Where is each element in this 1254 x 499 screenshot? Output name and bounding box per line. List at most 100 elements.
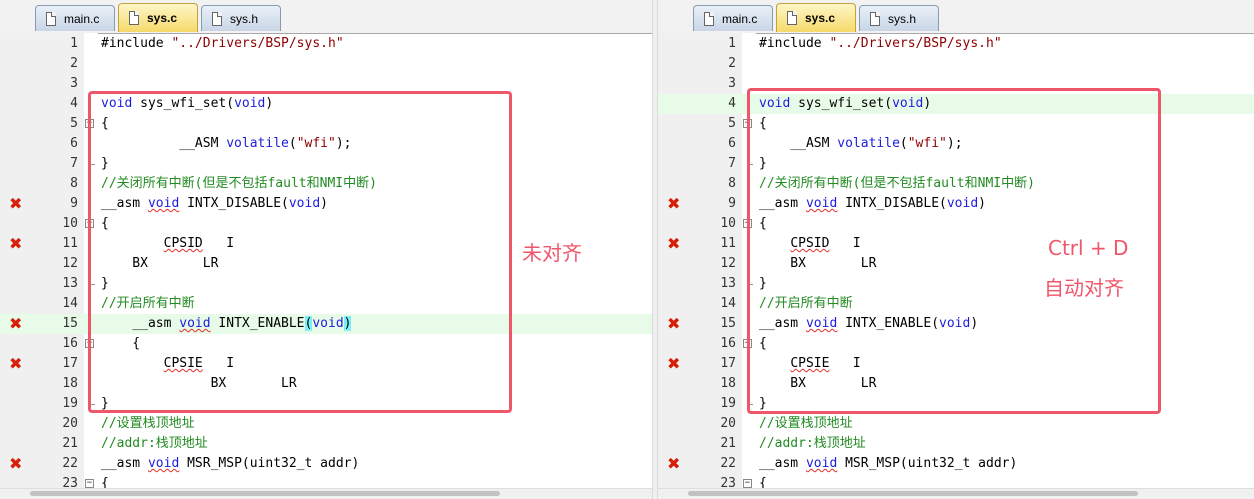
line-number: 2	[728, 56, 736, 71]
line-number: 4	[728, 96, 736, 111]
error-cross-icon[interactable]: ✖	[9, 356, 22, 372]
tab-label: sys.h	[888, 11, 917, 26]
line-number: 10	[62, 216, 78, 231]
tab-label: sys.c	[147, 11, 178, 25]
code-line[interactable]: 20 //设置栈顶地址	[0, 414, 652, 434]
code-text[interactable]: __asm void MSR_MSP(uint32_t addr)	[101, 454, 359, 474]
line-number: 13	[720, 276, 736, 291]
highlight-box	[88, 91, 512, 413]
tab-bar: main.c sys.c sys.h	[0, 0, 652, 34]
line-number: 7	[728, 156, 736, 171]
tab-label: sys.c	[805, 11, 836, 25]
code-text[interactable]: //设置栈顶地址	[101, 414, 195, 434]
line-number: 16	[720, 336, 736, 351]
line-number: 9	[70, 196, 78, 211]
tab-label: sys.h	[230, 11, 259, 26]
line-number: 7	[70, 156, 78, 171]
tab-main-c[interactable]: main.c	[35, 5, 115, 31]
line-number: 11	[62, 236, 78, 251]
file-icon	[870, 11, 880, 26]
tab-sys-c[interactable]: sys.c	[776, 3, 856, 32]
line-number: 11	[720, 236, 736, 251]
fold-minus-icon[interactable]: −	[85, 479, 94, 488]
line-number: 21	[62, 436, 78, 451]
file-icon	[787, 11, 797, 25]
line-number: 17	[720, 356, 736, 371]
line-number: 20	[720, 416, 736, 431]
code-line[interactable]: 1 #include "../Drivers/BSP/sys.h"	[658, 34, 1254, 54]
file-icon	[129, 11, 139, 25]
code-token: //设置栈顶地址	[101, 416, 195, 431]
line-number: 3	[728, 76, 736, 91]
code-token: #include	[101, 36, 172, 51]
line-number: 3	[70, 76, 78, 91]
error-cross-icon[interactable]: ✖	[667, 456, 680, 472]
line-number: 16	[62, 336, 78, 351]
code-token: void	[805, 456, 838, 471]
line-number: 22	[62, 456, 78, 471]
code-line[interactable]: ✖ 22 __asm void MSR_MSP(uint32_t addr)	[0, 454, 652, 474]
line-number: 20	[62, 416, 78, 431]
code-line[interactable]: 2	[658, 54, 1254, 74]
code-token: MSR_MSP(uint32_t addr)	[179, 456, 360, 471]
tab-sys-c[interactable]: sys.c	[118, 3, 198, 32]
error-cross-icon[interactable]: ✖	[667, 356, 680, 372]
line-number: 6	[728, 136, 736, 151]
horizontal-scrollbar[interactable]	[658, 488, 1254, 499]
code-line[interactable]: 2	[0, 54, 652, 74]
error-cross-icon[interactable]: ✖	[667, 196, 680, 212]
line-number: 8	[70, 176, 78, 191]
code-text[interactable]: #include "../Drivers/BSP/sys.h"	[101, 34, 344, 54]
fold-minus-icon[interactable]: −	[743, 479, 752, 488]
file-icon	[704, 11, 714, 26]
code-line[interactable]: 21 //addr:栈顶地址	[658, 434, 1254, 454]
error-cross-icon[interactable]: ✖	[667, 236, 680, 252]
code-line[interactable]: ✖ 22 __asm void MSR_MSP(uint32_t addr)	[658, 454, 1254, 474]
tab-main-c[interactable]: main.c	[693, 5, 773, 31]
line-number: 9	[728, 196, 736, 211]
code-token: __asm	[101, 456, 148, 471]
tab-label: main.c	[64, 11, 100, 26]
horizontal-scrollbar[interactable]	[0, 488, 652, 499]
code-token: MSR_MSP(uint32_t addr)	[837, 456, 1018, 471]
line-number: 18	[62, 376, 78, 391]
code-line[interactable]: 1 #include "../Drivers/BSP/sys.h"	[0, 34, 652, 54]
tab-sys-h[interactable]: sys.h	[201, 5, 281, 31]
tab-sys-h[interactable]: sys.h	[859, 5, 939, 31]
code-token: void	[147, 456, 180, 471]
file-icon	[212, 11, 222, 26]
line-number: 1	[70, 36, 78, 51]
error-cross-icon[interactable]: ✖	[9, 316, 22, 332]
line-number: 13	[62, 276, 78, 291]
editor-pane-left: main.c sys.c sys.h 1 #include "../Drivers…	[0, 0, 652, 499]
line-number: 14	[720, 296, 736, 311]
error-cross-icon[interactable]: ✖	[667, 316, 680, 332]
code-text[interactable]: //addr:栈顶地址	[759, 434, 866, 454]
scrollbar-thumb[interactable]	[688, 491, 1138, 496]
annotation-label: Ctrl + D	[1048, 236, 1129, 260]
line-number: 6	[70, 136, 78, 151]
line-number: 1	[728, 36, 736, 51]
code-text[interactable]: #include "../Drivers/BSP/sys.h"	[759, 34, 1002, 54]
code-text[interactable]: //addr:栈顶地址	[101, 434, 208, 454]
scrollbar-thumb[interactable]	[30, 491, 500, 496]
code-line[interactable]: 20 //设置栈顶地址	[658, 414, 1254, 434]
error-cross-icon[interactable]: ✖	[9, 196, 22, 212]
error-cross-icon[interactable]: ✖	[9, 456, 22, 472]
code-text[interactable]: //设置栈顶地址	[759, 414, 853, 434]
line-number: 22	[720, 456, 736, 471]
file-icon	[46, 11, 56, 26]
line-number: 4	[70, 96, 78, 111]
line-number: 12	[62, 256, 78, 271]
error-cross-icon[interactable]: ✖	[9, 236, 22, 252]
line-number: 2	[70, 56, 78, 71]
line-number: 14	[62, 296, 78, 311]
line-number: 15	[720, 316, 736, 331]
code-token: #include	[759, 36, 830, 51]
code-text[interactable]: __asm void MSR_MSP(uint32_t addr)	[759, 454, 1017, 474]
code-token: "../Drivers/BSP/sys.h"	[171, 36, 344, 51]
line-number: 8	[728, 176, 736, 191]
code-line[interactable]: 21 //addr:栈顶地址	[0, 434, 652, 454]
code-token: __asm	[759, 456, 806, 471]
line-number: 19	[62, 396, 78, 411]
